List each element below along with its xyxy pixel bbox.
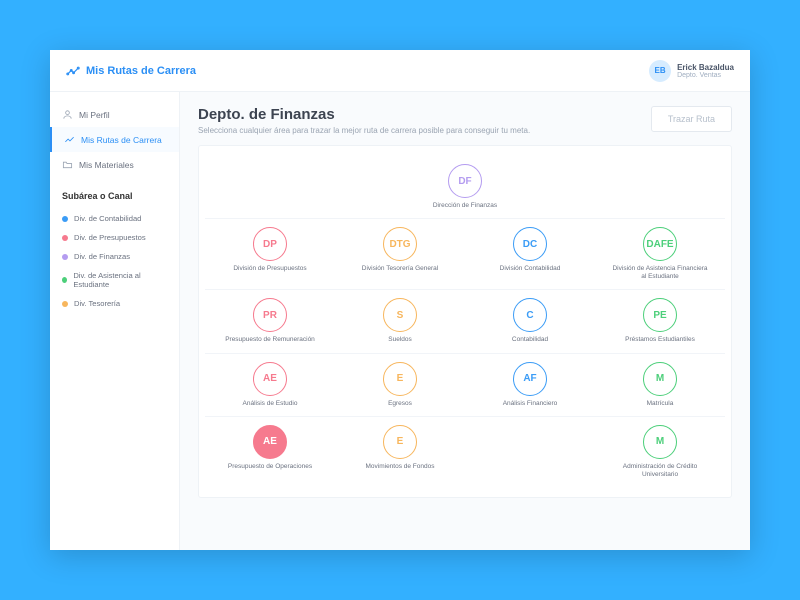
org-node-label: Presupuesto de Operaciones xyxy=(228,463,312,471)
org-node[interactable]: C Contabilidad xyxy=(465,298,595,344)
avatar: EB xyxy=(649,60,671,82)
org-node-label: Préstamos Estudiantiles xyxy=(625,336,695,344)
org-node-circle: DC xyxy=(513,227,547,261)
nav-materials[interactable]: Mis Materiales xyxy=(50,152,179,177)
nav-profile[interactable]: Mi Perfil xyxy=(50,102,179,127)
nav-label: Mis Rutas de Carrera xyxy=(81,135,162,145)
main-content: Depto. de Finanzas Selecciona cualquier … xyxy=(180,92,750,550)
org-node-label: División de Asistencia Financiera al Est… xyxy=(610,265,710,281)
org-card: DF Dirección de Finanzas DP División de Pre… xyxy=(198,145,732,498)
org-node[interactable]: DC División Contabilidad xyxy=(465,227,595,281)
org-node-circle: AE xyxy=(253,425,287,459)
org-node[interactable]: S Sueldos xyxy=(335,298,465,344)
legend-item[interactable]: Div. de Asistencia al Estudiante xyxy=(50,266,179,294)
org-node[interactable]: E Movimientos de Fondos xyxy=(335,425,465,479)
org-node-circle: E xyxy=(383,425,417,459)
nav-label: Mi Perfil xyxy=(79,110,110,120)
nav-career-paths[interactable]: Mis Rutas de Carrera xyxy=(50,127,179,152)
user-block[interactable]: EB Erick Bazaldua Depto. Ventas xyxy=(649,60,734,82)
org-node[interactable]: AE Análisis de Estudio xyxy=(205,362,335,408)
legend-dot xyxy=(62,254,68,260)
legend-label: Div. de Finanzas xyxy=(74,252,130,261)
org-node[interactable]: DF Dirección de Finanzas xyxy=(205,164,725,210)
legend-dot xyxy=(62,277,67,283)
page-subtitle: Selecciona cualquier área para trazar la… xyxy=(198,126,530,135)
legend-item[interactable]: Div. de Contabilidad xyxy=(50,209,179,228)
brand-title: Mis Rutas de Carrera xyxy=(86,65,196,77)
org-node[interactable]: AE Presupuesto de Operaciones xyxy=(205,425,335,479)
org-node-label: Contabilidad xyxy=(512,336,548,344)
org-node[interactable]: PE Préstamos Estudiantiles xyxy=(595,298,725,344)
folder-icon xyxy=(62,159,73,170)
org-node-circle: M xyxy=(643,425,677,459)
legend-dot xyxy=(62,216,68,222)
page-title: Depto. de Finanzas xyxy=(198,106,530,123)
org-node-circle: M xyxy=(643,362,677,396)
sidebar: Mi Perfil Mis Rutas de Carrera Mis Mater… xyxy=(50,92,180,550)
trace-route-button[interactable]: Trazar Ruta xyxy=(651,106,732,132)
org-node-circle: DTG xyxy=(383,227,417,261)
user-name: Erick Bazaldua xyxy=(677,63,734,72)
org-node[interactable]: M Matrícula xyxy=(595,362,725,408)
org-node xyxy=(465,425,595,479)
app-window: Mis Rutas de Carrera EB Erick Bazaldua D… xyxy=(50,50,750,550)
org-node[interactable]: E Egresos xyxy=(335,362,465,408)
org-node-circle: DP xyxy=(253,227,287,261)
legend-item[interactable]: Div. de Presupuestos xyxy=(50,228,179,247)
org-node-label: Presupuesto de Remuneración xyxy=(225,336,315,344)
org-node-label: Dirección de Finanzas xyxy=(433,202,497,210)
org-node-label: Egresos xyxy=(388,400,412,408)
org-node-label: Análisis Financiero xyxy=(503,400,558,408)
org-node-label: Movimientos de Fondos xyxy=(365,463,434,471)
org-node-circle: AF xyxy=(513,362,547,396)
org-node[interactable]: PR Presupuesto de Remuneración xyxy=(205,298,335,344)
org-node-circle: PR xyxy=(253,298,287,332)
legend-label: Div. de Contabilidad xyxy=(74,214,141,223)
legend-dot xyxy=(62,301,68,307)
org-node-circle: DAFE xyxy=(643,227,677,261)
chart-line-icon xyxy=(66,64,80,78)
org-node-label: Matrícula xyxy=(647,400,674,408)
brand[interactable]: Mis Rutas de Carrera xyxy=(66,64,196,78)
org-node-circle: PE xyxy=(643,298,677,332)
legend-item[interactable]: Div. Tesorería xyxy=(50,294,179,313)
legend-item[interactable]: Div. de Finanzas xyxy=(50,247,179,266)
nav-label: Mis Materiales xyxy=(79,160,134,170)
org-node-label: División Contabilidad xyxy=(500,265,561,273)
user-icon xyxy=(62,109,73,120)
user-role: Depto. Ventas xyxy=(677,72,734,79)
org-node-label: División de Presupuestos xyxy=(233,265,306,273)
legend-title: Subárea o Canal xyxy=(50,177,179,209)
org-node[interactable]: M Administración de Crédito Universitario xyxy=(595,425,725,479)
legend-label: Div. de Presupuestos xyxy=(74,233,146,242)
legend-label: Div. Tesorería xyxy=(74,299,120,308)
topbar: Mis Rutas de Carrera EB Erick Bazaldua D… xyxy=(50,50,750,92)
org-node[interactable]: DAFE División de Asistencia Financiera al… xyxy=(595,227,725,281)
org-node-circle: DF xyxy=(448,164,482,198)
org-node-label: División Tesorería General xyxy=(362,265,438,273)
org-node[interactable]: DTG División Tesorería General xyxy=(335,227,465,281)
org-node-circle: C xyxy=(513,298,547,332)
org-node[interactable]: AF Análisis Financiero xyxy=(465,362,595,408)
legend-dot xyxy=(62,235,68,241)
org-node-circle: E xyxy=(383,362,417,396)
legend-label: Div. de Asistencia al Estudiante xyxy=(73,271,167,289)
org-node-circle: S xyxy=(383,298,417,332)
org-node-label: Administración de Crédito Universitario xyxy=(610,463,710,479)
org-node[interactable]: DP División de Presupuestos xyxy=(205,227,335,281)
org-node-label: Sueldos xyxy=(388,336,412,344)
org-node-label: Análisis de Estudio xyxy=(243,400,298,408)
org-node-circle: AE xyxy=(253,362,287,396)
chart-line-icon xyxy=(64,134,75,145)
